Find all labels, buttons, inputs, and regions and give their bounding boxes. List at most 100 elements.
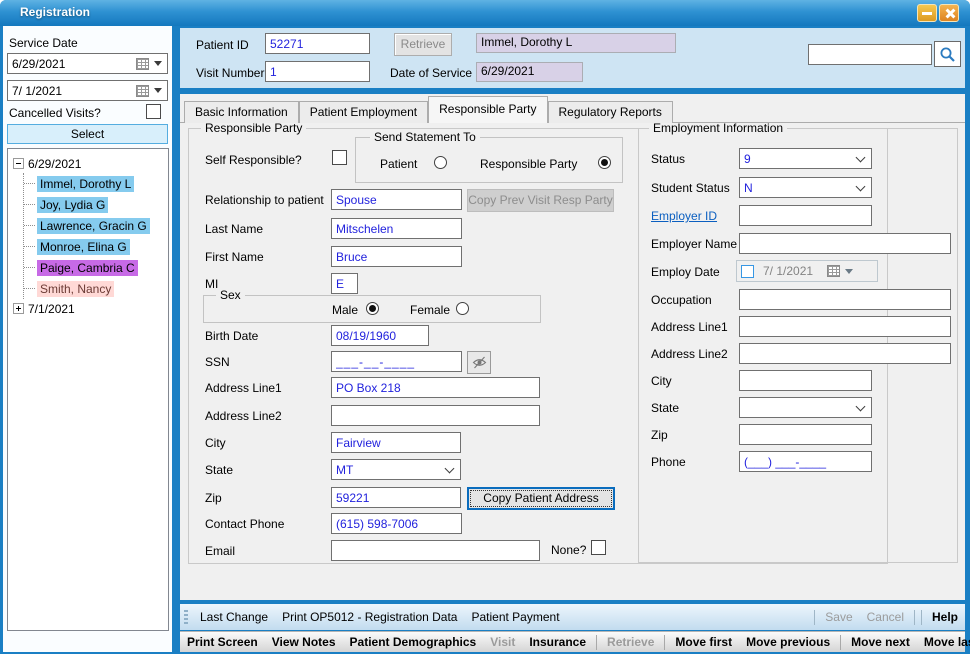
help-button[interactable]: Help — [925, 610, 965, 624]
visit-tree[interactable]: 6/29/2021 Immel, Dorothy L Joy, Lydia G … — [7, 148, 169, 631]
student-status-label: Student Status — [651, 181, 730, 195]
mi-input[interactable] — [331, 273, 358, 294]
ssn-input[interactable] — [331, 351, 462, 372]
calendar-icon[interactable] — [827, 265, 840, 277]
navigation-toolbar: Print Screen View Notes Patient Demograp… — [180, 631, 965, 652]
move-previous-button[interactable]: Move previous — [739, 635, 837, 649]
last-name-input[interactable] — [331, 218, 462, 239]
dropdown-arrow-icon[interactable] — [154, 61, 162, 66]
cancel-button[interactable]: Cancel — [860, 610, 911, 624]
search-button[interactable] — [934, 41, 961, 67]
send-statement-patient-label: Patient — [380, 157, 417, 171]
save-button[interactable]: Save — [818, 610, 859, 624]
employer-name-input[interactable] — [739, 233, 951, 254]
city-input[interactable] — [331, 432, 461, 453]
window-title: Registration — [20, 5, 90, 19]
contact-phone-input[interactable] — [331, 513, 462, 534]
last-change-button[interactable]: Last Change — [193, 610, 275, 624]
registration-window: Registration Service Date 6/29/2021 7/ 1… — [0, 0, 970, 654]
tree-collapse-icon[interactable] — [13, 158, 24, 169]
search-input[interactable] — [808, 44, 932, 65]
tab-patient-employment[interactable]: Patient Employment — [299, 101, 428, 123]
tree-item[interactable]: Paige, Cambria C — [37, 260, 138, 276]
email-input[interactable] — [331, 540, 540, 561]
tab-responsible-party[interactable]: Responsible Party — [428, 96, 547, 123]
employer-id-input[interactable] — [739, 205, 872, 226]
retrieve-button[interactable]: Retrieve — [394, 33, 452, 56]
tree-item-row: Smith, Nancy — [24, 278, 168, 299]
main-region: Patient ID Retrieve Immel, Dorothy L Vis… — [178, 26, 967, 652]
tab-regulatory-reports[interactable]: Regulatory Reports — [548, 101, 673, 123]
address2-input[interactable] — [331, 405, 540, 426]
cancelled-visits-checkbox[interactable] — [146, 104, 161, 119]
emp-phone-input[interactable] — [739, 451, 872, 472]
zip-input[interactable] — [331, 487, 461, 508]
address1-label: Address Line1 — [205, 381, 282, 395]
relationship-input[interactable] — [331, 189, 462, 210]
tree-date-node[interactable]: 6/29/2021 — [28, 157, 81, 171]
tree-date-node[interactable]: 7/1/2021 — [28, 302, 75, 316]
tree-children: Immel, Dorothy L Joy, Lydia G Lawrence, … — [23, 173, 168, 299]
self-responsible-checkbox[interactable] — [332, 150, 347, 165]
first-name-input[interactable] — [331, 246, 462, 267]
sex-female-radio[interactable] — [456, 302, 469, 315]
state-select[interactable]: MT — [331, 459, 461, 480]
view-notes-button[interactable]: View Notes — [265, 635, 343, 649]
contact-phone-label: Contact Phone — [205, 517, 284, 531]
employ-date-checkbox[interactable] — [741, 265, 754, 278]
select-button[interactable]: Select — [7, 124, 168, 144]
sex-male-radio[interactable] — [366, 302, 379, 315]
dropdown-arrow-icon[interactable] — [154, 88, 162, 93]
emp-city-input[interactable] — [739, 370, 872, 391]
emp-address2-input[interactable] — [739, 343, 951, 364]
tree-item[interactable]: Immel, Dorothy L — [37, 176, 134, 192]
emp-phone-label: Phone — [651, 455, 686, 469]
send-statement-responsible-radio[interactable] — [598, 156, 611, 169]
employer-id-link[interactable]: Employer ID — [651, 209, 717, 223]
calendar-icon[interactable] — [136, 85, 149, 97]
close-button[interactable] — [939, 4, 959, 22]
self-responsible-label: Self Responsible? — [205, 153, 302, 167]
insurance-button[interactable]: Insurance — [522, 635, 593, 649]
visit-button[interactable]: Visit — [483, 635, 522, 649]
tree-expand-icon[interactable] — [13, 303, 24, 314]
dropdown-arrow-icon[interactable] — [845, 269, 853, 274]
toolbar-grip-handle[interactable] — [184, 610, 188, 625]
tree-item[interactable]: Smith, Nancy — [37, 281, 114, 297]
emp-zip-input[interactable] — [739, 424, 872, 445]
birth-date-input[interactable] — [331, 325, 429, 346]
move-first-button[interactable]: Move first — [668, 635, 739, 649]
sex-male-label: Male — [332, 303, 358, 317]
patient-payment-button[interactable]: Patient Payment — [464, 610, 566, 624]
tree-item[interactable]: Lawrence, Gracin G — [37, 218, 150, 234]
student-status-select[interactable]: N — [739, 177, 872, 198]
print-screen-button[interactable]: Print Screen — [180, 635, 265, 649]
sidebar: Service Date 6/29/2021 7/ 1/2021 Cancell… — [3, 26, 172, 652]
address1-input[interactable] — [331, 377, 540, 398]
tree-connector — [24, 288, 35, 289]
service-date-from-picker[interactable]: 6/29/2021 — [7, 53, 168, 74]
visit-number-input[interactable] — [265, 61, 370, 82]
status-select[interactable]: 9 — [739, 148, 872, 169]
ssn-reveal-button[interactable] — [467, 351, 491, 374]
print-registration-data-button[interactable]: Print OP5012 - Registration Data — [275, 610, 464, 624]
patient-demographics-button[interactable]: Patient Demographics — [343, 635, 484, 649]
patient-id-input[interactable] — [265, 33, 370, 54]
service-date-to-picker[interactable]: 7/ 1/2021 — [7, 80, 168, 101]
retrieve-nav-button[interactable]: Retrieve — [600, 635, 661, 649]
send-statement-patient-radio[interactable] — [434, 156, 447, 169]
calendar-icon[interactable] — [136, 58, 149, 70]
email-none-checkbox[interactable] — [591, 540, 606, 555]
minimize-button[interactable] — [917, 4, 937, 22]
occupation-input[interactable] — [739, 289, 951, 310]
copy-patient-address-button[interactable]: Copy Patient Address — [467, 487, 615, 510]
tree-item[interactable]: Monroe, Elina G — [37, 239, 130, 255]
emp-state-select[interactable] — [739, 397, 872, 418]
employ-date-picker[interactable]: 7/ 1/2021 — [736, 260, 878, 282]
tab-basic-information[interactable]: Basic Information — [184, 101, 299, 123]
copy-prev-visit-button[interactable]: Copy Prev Visit Resp Party — [467, 189, 614, 212]
move-next-button[interactable]: Move next — [844, 635, 917, 649]
emp-address1-input[interactable] — [739, 316, 951, 337]
tree-item[interactable]: Joy, Lydia G — [37, 197, 108, 213]
move-last-button[interactable]: Move last — [917, 635, 970, 649]
